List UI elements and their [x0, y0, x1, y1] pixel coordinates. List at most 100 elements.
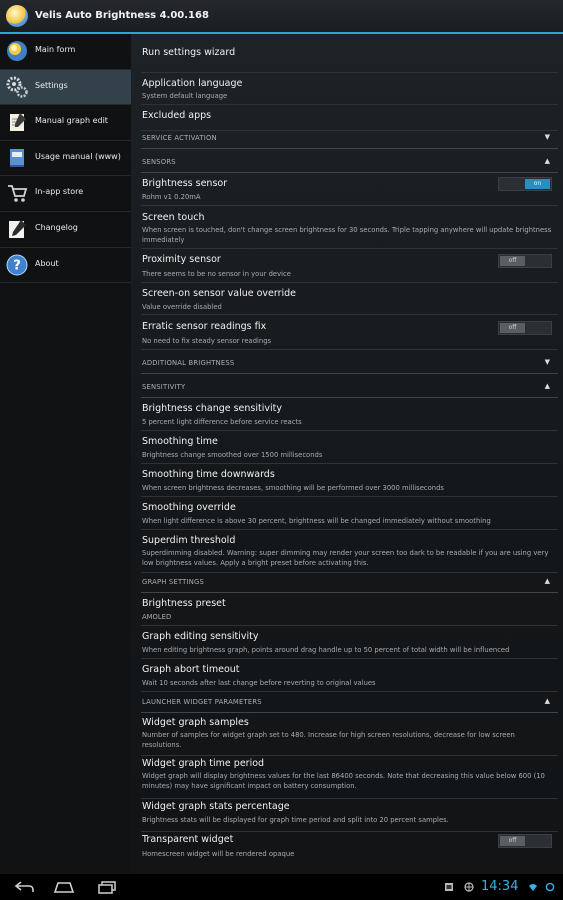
- notepad-icon: [10, 113, 26, 132]
- pref-summary: AMOLED: [142, 613, 172, 621]
- pref-summary: No need to fix steady sensor readings: [142, 337, 272, 345]
- sidebar-item-manual-graph-edit[interactable]: Manual graph edit: [0, 105, 131, 141]
- collapse-arrow-down-icon[interactable]: ▼: [545, 358, 550, 366]
- category-additional-brightness[interactable]: ADDITIONAL BRIGHTNESS ▼: [141, 357, 558, 374]
- system-navigation-bar: 14:34: [0, 874, 563, 900]
- category-title: GRAPH SETTINGS: [142, 578, 204, 586]
- pref-application-language[interactable]: Application language System default lang…: [141, 73, 558, 105]
- category-launcher-widget-parameters[interactable]: LAUNCHER WIDGET PARAMETERS ▲: [141, 696, 558, 713]
- pref-title: Run settings wizard: [142, 47, 236, 58]
- pref-transparent-widget[interactable]: Transparent widget Homescreen widget wil…: [141, 832, 558, 864]
- sidebar-item-label: Changelog: [35, 222, 78, 232]
- pref-title: Smoothing override: [142, 502, 236, 513]
- sidebar-item-settings[interactable]: Settings: [0, 69, 131, 106]
- settings-list[interactable]: Run settings wizard Application language…: [131, 34, 563, 874]
- toggle-state: off: [500, 256, 525, 266]
- pref-title: Excluded apps: [142, 110, 212, 121]
- cart-icon: [8, 185, 28, 203]
- pref-smoothing-override[interactable]: Smoothing override When light difference…: [141, 497, 558, 530]
- collapse-arrow-down-icon[interactable]: ▼: [545, 133, 550, 141]
- collapse-arrow-up-icon[interactable]: ▲: [545, 157, 550, 165]
- sidebar-item-main-form[interactable]: Main form: [0, 34, 131, 70]
- pref-run-settings-wizard[interactable]: Run settings wizard: [141, 34, 558, 73]
- sidebar-item-changelog[interactable]: Changelog: [0, 212, 131, 248]
- category-title: SENSITIVITY: [142, 383, 186, 391]
- pref-widget-graph-stats-percentage[interactable]: Widget graph stats percentage Brightness…: [141, 799, 558, 832]
- pref-graph-abort-timeout[interactable]: Graph abort timeout Wait 10 seconds afte…: [141, 659, 558, 692]
- category-sensors[interactable]: SENSORS ▲: [141, 156, 558, 173]
- pref-summary: Number of samples for widget graph set t…: [142, 731, 515, 749]
- sidebar-item-label: Settings: [35, 80, 68, 90]
- home-icon[interactable]: [53, 880, 75, 894]
- pref-summary: Widget graph will display brightness val…: [142, 772, 545, 790]
- pref-title: Screen touch: [142, 212, 205, 223]
- collapse-arrow-up-icon[interactable]: ▲: [545, 577, 550, 585]
- book-icon: [10, 148, 24, 167]
- pref-title: Graph editing sensitivity: [142, 631, 259, 642]
- pref-excluded-apps[interactable]: Excluded apps: [141, 105, 558, 131]
- sidebar-item-label: Main form: [35, 45, 76, 54]
- pref-title: Brightness preset: [142, 598, 226, 609]
- pref-summary: When screen brightness decreases, smooth…: [142, 484, 444, 492]
- category-title: SERVICE ACTIVATION: [142, 134, 217, 142]
- action-bar: Velis Auto Brightness 4.00.168: [0, 0, 563, 34]
- gears-icon: [6, 76, 28, 98]
- sun-icon: [7, 41, 27, 61]
- toggle-state: on: [525, 179, 550, 189]
- pref-screen-on-sensor-override[interactable]: Screen-on sensor value override Value ov…: [141, 283, 558, 315]
- pref-title: Smoothing time downwards: [142, 469, 275, 480]
- pref-summary: Rohm v1 0.20mA: [142, 193, 201, 201]
- pref-proximity-sensor[interactable]: Proximity sensor There seems to be no se…: [141, 249, 558, 283]
- proximity-sensor-toggle[interactable]: off: [498, 254, 552, 268]
- sidebar-item-in-app-store[interactable]: In-app store: [0, 176, 131, 212]
- pref-summary: There seems to be no sensor in your devi…: [142, 270, 291, 278]
- pref-smoothing-time-downwards[interactable]: Smoothing time downwards When screen bri…: [141, 464, 558, 497]
- pref-summary: Value override disabled: [142, 303, 222, 311]
- toggle-state: off: [500, 323, 525, 333]
- erratic-fix-toggle[interactable]: off: [498, 321, 552, 335]
- brightness-sensor-toggle[interactable]: on: [498, 177, 552, 191]
- pref-title: Erratic sensor readings fix: [142, 321, 267, 332]
- collapse-arrow-up-icon[interactable]: ▲: [545, 697, 550, 705]
- pref-superdim-threshold[interactable]: Superdim threshold Superdimming disabled…: [141, 530, 558, 573]
- pref-widget-graph-time-period[interactable]: Widget graph time period Widget graph wi…: [141, 756, 558, 799]
- pref-title: Brightness sensor: [142, 178, 228, 189]
- pref-smoothing-time[interactable]: Smoothing time Brightness change smoothe…: [141, 431, 558, 464]
- category-title: SENSORS: [142, 158, 176, 166]
- sidebar-item-about[interactable]: ? About: [0, 248, 131, 284]
- pref-title: Screen-on sensor value override: [142, 288, 297, 299]
- category-title: LAUNCHER WIDGET PARAMETERS: [142, 698, 262, 706]
- pref-summary: System default language: [142, 92, 228, 100]
- category-graph-settings[interactable]: GRAPH SETTINGS ▲: [141, 576, 558, 593]
- pref-title: Brightness change sensitivity: [142, 403, 282, 414]
- screenshot-notification-icon: [445, 883, 453, 891]
- pref-brightness-preset[interactable]: Brightness preset AMOLED: [141, 593, 558, 626]
- app-logo-icon: [6, 5, 28, 27]
- collapse-arrow-up-icon[interactable]: ▲: [545, 382, 550, 390]
- category-service-activation[interactable]: SERVICE ACTIVATION ▼: [141, 132, 558, 149]
- pref-summary: Superdimming disabled. Warning: super di…: [142, 549, 549, 567]
- sidebar-item-usage-manual[interactable]: Usage manual (www): [0, 141, 131, 177]
- sidebar-item-label: Usage manual (www): [35, 151, 121, 161]
- sidebar-item-label: In-app store: [35, 187, 84, 197]
- pref-summary: Wait 10 seconds after last change before…: [142, 679, 376, 687]
- recent-apps-icon[interactable]: [96, 880, 118, 894]
- category-sensitivity[interactable]: SENSITIVITY ▲: [141, 381, 558, 398]
- pref-title: Superdim threshold: [142, 535, 236, 546]
- pref-screen-touch[interactable]: Screen touch When screen is touched, don…: [141, 206, 558, 249]
- pref-summary: 5 percent light difference before servic…: [142, 418, 302, 426]
- pref-graph-editing-sensitivity[interactable]: Graph editing sensitivity When editing b…: [141, 626, 558, 659]
- pref-brightness-change-sensitivity[interactable]: Brightness change sensitivity 5 percent …: [141, 398, 558, 431]
- sync-icon: [545, 882, 555, 892]
- pref-erratic-sensor-fix[interactable]: Erratic sensor readings fix No need to f…: [141, 315, 558, 350]
- back-icon[interactable]: [13, 880, 35, 894]
- status-clock: 14:34: [481, 879, 519, 894]
- app-title: Velis Auto Brightness 4.00.168: [35, 10, 209, 21]
- pref-brightness-sensor[interactable]: Brightness sensor Rohm v1 0.20mA on: [141, 173, 558, 206]
- pref-summary: When editing brightness graph, points ar…: [142, 646, 510, 654]
- transparent-widget-toggle[interactable]: off: [498, 834, 552, 848]
- pref-title: Proximity sensor: [142, 254, 221, 265]
- pref-widget-graph-samples[interactable]: Widget graph samples Number of samples f…: [141, 713, 558, 756]
- wifi-icon: [529, 884, 537, 891]
- sidebar-item-label: Manual graph edit: [35, 116, 108, 126]
